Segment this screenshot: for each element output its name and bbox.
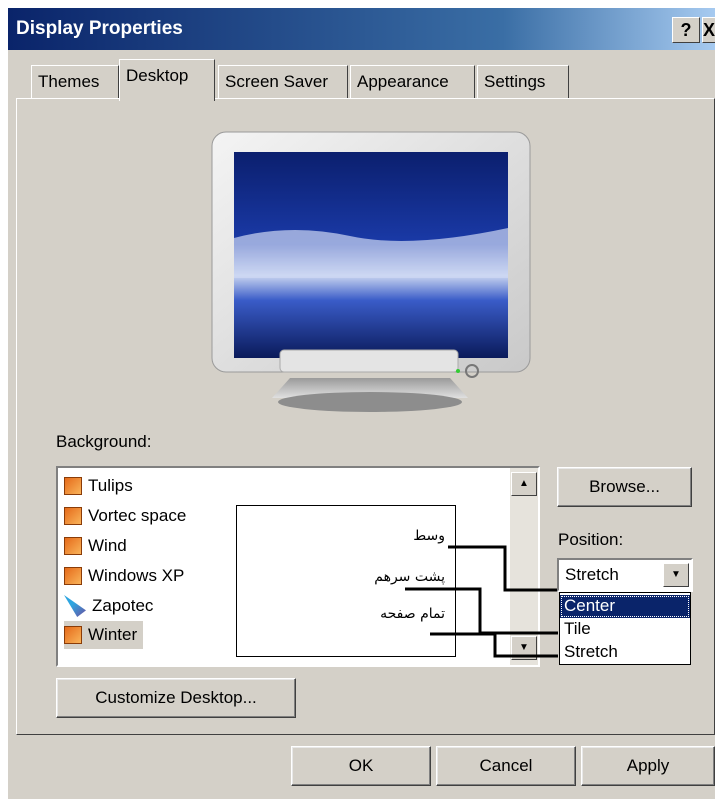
browse-button[interactable]: Browse... — [557, 467, 692, 507]
list-item-label: Vortec space — [88, 506, 187, 525]
image-file-icon — [64, 567, 82, 585]
list-scrollbar[interactable]: ▲ ▼ — [510, 468, 538, 665]
tab-desktop[interactable]: Desktop — [119, 59, 215, 101]
help-button[interactable]: ? — [672, 17, 700, 43]
background-label: Background: — [56, 432, 152, 451]
close-button[interactable]: X — [702, 17, 715, 43]
image-file-icon — [64, 537, 82, 555]
annotation-tile: پشت سرهم — [374, 569, 445, 585]
chevron-down-icon[interactable]: ▼ — [663, 563, 689, 587]
tab-themes[interactable]: Themes — [31, 65, 119, 99]
monitor-preview — [211, 131, 531, 412]
list-item[interactable]: Vortec space — [64, 502, 186, 530]
customize-desktop-button[interactable]: Customize Desktop... — [56, 678, 296, 718]
list-item[interactable]: Zapotec — [64, 592, 153, 620]
annotation-box: وسط پشت سرهم تمام صفحه — [236, 505, 456, 657]
position-value: Stretch — [565, 565, 619, 584]
list-item-label: Wind — [88, 536, 127, 555]
apply-button[interactable]: Apply — [581, 746, 715, 786]
list-item[interactable]: Tulips — [64, 472, 133, 500]
cancel-button[interactable]: Cancel — [436, 746, 576, 786]
brush-file-icon — [64, 595, 86, 617]
list-item-label: Tulips — [88, 476, 133, 495]
image-file-icon — [64, 507, 82, 525]
image-file-icon — [64, 477, 82, 495]
position-option-center[interactable]: Center — [560, 595, 690, 618]
tab-screen-saver[interactable]: Screen Saver — [218, 65, 348, 99]
ok-button[interactable]: OK — [291, 746, 431, 786]
list-item-label: Windows XP — [88, 566, 185, 585]
list-item-label: Zapotec — [92, 596, 154, 615]
annotation-center: وسط — [413, 528, 445, 544]
position-option-stretch[interactable]: Stretch — [560, 641, 690, 664]
image-file-icon — [64, 626, 82, 644]
list-item-selected[interactable]: Winter — [64, 621, 144, 649]
tab-appearance[interactable]: Appearance — [350, 65, 475, 99]
position-select[interactable]: Stretch ▼ — [557, 558, 693, 592]
position-option-tile[interactable]: Tile — [560, 618, 690, 641]
window-title: Display Properties — [16, 18, 183, 39]
list-item[interactable]: Windows XP — [64, 562, 184, 590]
position-dropdown[interactable]: Center Tile Stretch — [559, 592, 691, 665]
annotation-stretch: تمام صفحه — [380, 606, 445, 622]
scroll-down-button[interactable]: ▼ — [511, 636, 537, 660]
list-item[interactable]: Wind — [64, 532, 127, 560]
tab-settings[interactable]: Settings — [477, 65, 569, 99]
list-item-label: Winter — [88, 625, 138, 644]
position-label: Position: — [558, 530, 624, 549]
scroll-up-button[interactable]: ▲ — [511, 472, 537, 496]
